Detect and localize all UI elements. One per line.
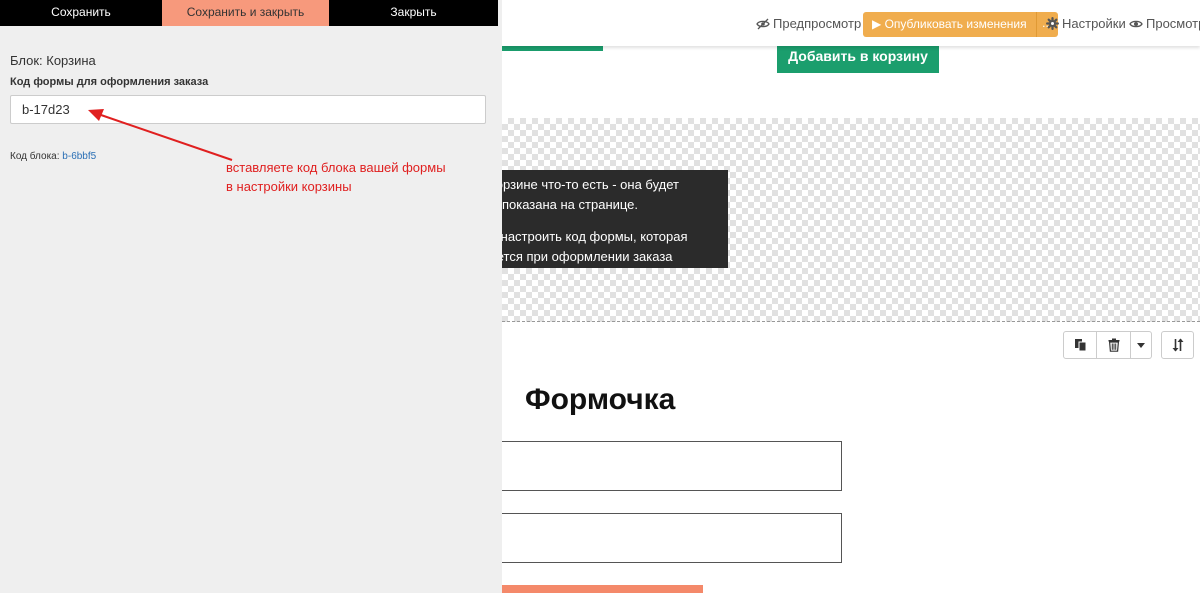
publish-group: ▶ Опубликовать изменения ... [863,12,1058,37]
block-code-link[interactable]: b-6bbf5 [62,151,96,162]
block-code-info: Код блока: b-6bbf5 [10,151,96,162]
more-dropdown-button[interactable] [1131,331,1152,359]
sort-arrows-icon [1172,338,1183,352]
move-tools [1161,331,1194,359]
delete-button[interactable] [1097,331,1131,359]
trash-icon [1108,338,1119,352]
annotation-line: вставляете код блока вашей формы [226,160,446,175]
block-tools [1063,331,1152,359]
form-title: Формочка [525,383,676,416]
view-button[interactable]: Просмотр [1129,16,1200,31]
block-code-label: Код блока: [10,151,60,162]
gear-icon [1046,17,1059,30]
eye-slash-icon [756,18,770,29]
form-code-label: Код формы для оформления заказа [10,76,209,88]
caret-down-icon [1137,342,1145,348]
move-button[interactable] [1161,331,1194,359]
panel-actions: Сохранить Сохранить и закрыть Закрыть [0,0,498,26]
settings-button[interactable]: Настройки [1046,16,1126,31]
annotation-line: в настройки корзины [226,179,352,194]
preview-label: Предпросмотр [773,16,862,31]
save-button[interactable]: Сохранить [0,0,162,26]
preview-button[interactable]: Предпросмотр [756,16,861,31]
eye-icon [1129,20,1143,27]
editor-topbar: Предпросмотр ▶ Опубликовать изменения ..… [502,0,1200,46]
settings-label: Настройки [1062,16,1126,31]
annotation-note: вставляете код блока вашей формы в настр… [226,158,446,196]
publish-button[interactable]: ▶ Опубликовать изменения [863,12,1037,37]
block-title: Блок: Корзина [10,53,96,68]
view-label: Просмотр [1146,16,1200,31]
settings-panel: Сохранить Сохранить и закрыть Закрыть Бл… [0,0,502,593]
copy-icon [1074,339,1086,352]
copy-button[interactable] [1063,331,1097,359]
green-button-edge [502,46,603,51]
form-code-input[interactable]: b-17d23 [10,95,486,124]
save-and-close-button[interactable]: Сохранить и закрыть [162,0,329,26]
close-button[interactable]: Закрыть [329,0,498,26]
